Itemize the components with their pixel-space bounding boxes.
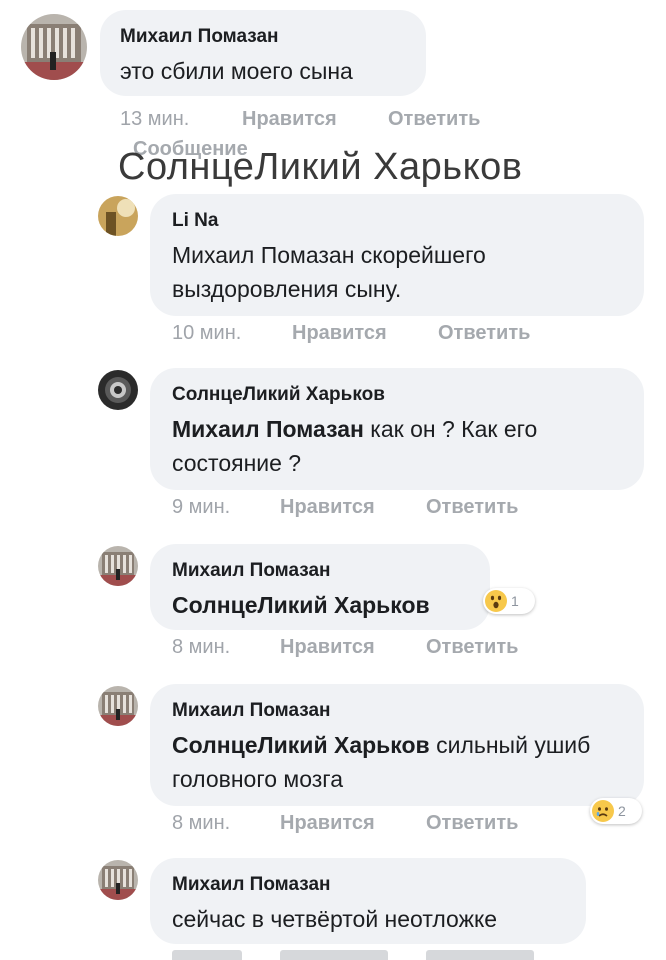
comment-text: Михаил Помазан как он ? Как его состояни…	[172, 412, 622, 480]
mention-link[interactable]: СолнцеЛикий Харьков	[172, 732, 430, 758]
comment-meta: 8 мин. Нравится Ответить	[172, 812, 592, 838]
like-button[interactable]: Нравится	[280, 812, 375, 835]
comment-text: сейчас в четвёртой неотложке	[172, 906, 498, 932]
reply-button[interactable]	[426, 950, 534, 960]
comment-meta: 13 мин. Нравится Ответить	[120, 108, 540, 134]
reaction-count: 1	[511, 593, 519, 609]
comment-text: СолнцеЛикий Харьков сильный ушиб головно…	[172, 728, 602, 796]
comment-author[interactable]: Li Na	[172, 210, 218, 232]
building-avatar-icon	[21, 14, 87, 80]
like-button[interactable]	[280, 950, 388, 960]
comment-meta-cropped	[172, 950, 592, 960]
reply-button[interactable]: Ответить	[426, 812, 518, 835]
reply-button[interactable]: Ответить	[426, 496, 518, 519]
avatar[interactable]	[98, 196, 138, 236]
reaction-badge[interactable]: 2	[590, 798, 642, 824]
comment-author[interactable]: Михаил Помазан	[172, 874, 331, 896]
avatar[interactable]	[98, 860, 138, 900]
overlay-profile-name: СолнцеЛикий Харьков	[118, 146, 523, 188]
like-button[interactable]: Нравится	[280, 636, 375, 659]
reply-button[interactable]: Ответить	[426, 636, 518, 659]
wow-emoji-icon	[485, 590, 507, 612]
comment-time	[172, 950, 242, 960]
comment-meta: 8 мин. Нравится Ответить	[172, 636, 592, 662]
comment-time: 13 мин.	[120, 108, 190, 130]
like-button[interactable]: Нравится	[280, 496, 375, 519]
avatar[interactable]	[98, 686, 138, 726]
comment-author[interactable]: Михаил Помазан	[172, 560, 331, 582]
comment-meta: 10 мин. Нравится Ответить	[172, 322, 592, 348]
comment-author[interactable]: Михаил Помазан	[172, 700, 331, 722]
comment-time: 8 мин.	[172, 636, 231, 658]
reaction-count: 2	[618, 803, 626, 819]
comment-time: 10 мин.	[172, 322, 242, 344]
mention-link[interactable]: СолнцеЛикий Харьков	[172, 592, 430, 618]
building-avatar-icon	[98, 686, 138, 726]
comment-text: Михаил Помазан скорейшего выздоровления …	[172, 242, 486, 302]
comment-author[interactable]: Михаил Помазан	[120, 26, 279, 48]
comment-time: 9 мин.	[172, 496, 231, 518]
avatar[interactable]	[21, 14, 87, 80]
comment-thread: Михаил Помазан это сбили моего сына 13 м…	[0, 0, 666, 960]
comment-text: это сбили моего сына	[120, 58, 353, 84]
reply-button[interactable]: Ответить	[388, 108, 480, 131]
avatar[interactable]	[98, 370, 138, 410]
like-button[interactable]: Нравится	[242, 108, 337, 131]
sad-emoji-icon	[592, 800, 614, 822]
avatar[interactable]	[98, 546, 138, 586]
reaction-badge[interactable]: 1	[483, 588, 535, 614]
dark-emblem-avatar-icon	[98, 370, 138, 410]
like-button[interactable]: Нравится	[292, 322, 387, 345]
comment-author[interactable]: СолнцеЛикий Харьков	[172, 384, 385, 406]
mention-link[interactable]: Михаил Помазан	[172, 416, 364, 442]
building-avatar-icon	[98, 860, 138, 900]
building-avatar-icon	[98, 546, 138, 586]
golden-avatar-icon	[98, 196, 138, 236]
reply-button[interactable]: Ответить	[438, 322, 530, 345]
comment-text: СолнцеЛикий Харьков	[172, 588, 430, 622]
comment-time: 8 мин.	[172, 812, 231, 834]
comment-meta: 9 мин. Нравится Ответить	[172, 496, 592, 522]
